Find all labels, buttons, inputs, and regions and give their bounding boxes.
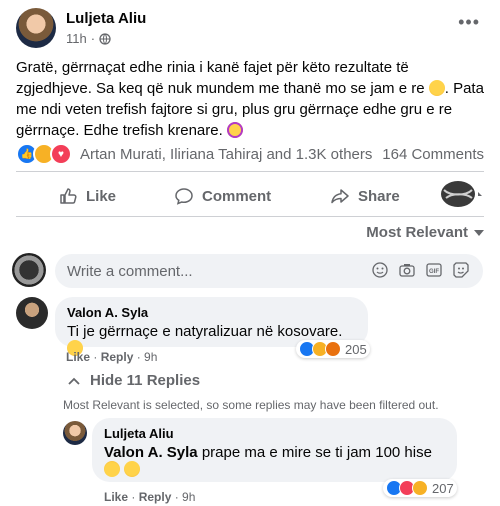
reply-time[interactable]: 9h (182, 490, 195, 504)
upside-down-face-emoji-icon (104, 461, 120, 477)
comment-reactions[interactable]: 205 (296, 340, 370, 358)
post-author-avatar[interactable] (16, 8, 56, 48)
comment-reaction-count: 205 (345, 341, 367, 357)
comment-time[interactable]: 9h (144, 350, 157, 364)
reaction-names[interactable]: Artan Murati, Iliriana Tahiraj and 1.3K … (80, 146, 372, 163)
reply-bubble: Luljeta Aliu Valon A. Syla prape ma e mi… (92, 418, 457, 482)
comment-button[interactable]: Comment (174, 180, 271, 212)
comment-reply-link[interactable]: Reply (101, 350, 134, 364)
chevron-up-icon (68, 377, 80, 385)
profile-selector-avatar[interactable] (436, 176, 486, 212)
reply-like-link[interactable]: Like (104, 490, 128, 504)
grinning-emoji-icon (124, 461, 141, 477)
more-options-icon[interactable]: ••• (458, 12, 480, 33)
thumbs-up-icon (58, 186, 78, 206)
reply-mention[interactable]: Valon A. Syla (104, 444, 198, 461)
like-button[interactable]: Like (58, 180, 116, 212)
reply-reactions[interactable]: 207 (383, 479, 457, 497)
svg-text:GIF: GIF (429, 269, 439, 275)
share-button[interactable]: Share (330, 180, 400, 212)
post-time[interactable]: 11h (66, 31, 87, 46)
share-arrow-icon (330, 186, 350, 206)
divider (16, 171, 484, 172)
comment-bubble-icon (174, 186, 194, 206)
love-reaction-icon: ♥ (50, 143, 72, 165)
comment-like-link[interactable]: Like (66, 350, 90, 364)
reply-text: Valon A. Syla prape ma e mire se ti jam … (104, 444, 445, 478)
hide-replies-toggle[interactable]: Hide 11 Replies (68, 372, 200, 389)
post-reactions[interactable]: 👍 ♥ (16, 143, 72, 165)
filter-note: Most Relevant is selected, so some repli… (63, 398, 439, 412)
reply-author-avatar[interactable] (63, 421, 87, 445)
post-author-name[interactable]: Luljeta Aliu (66, 10, 146, 27)
emoji-icon[interactable] (372, 262, 388, 278)
sticker-icon[interactable] (453, 262, 469, 278)
globe-icon (99, 32, 111, 45)
divider (16, 216, 484, 217)
comments-count[interactable]: 164 Comments (382, 146, 484, 163)
gif-icon[interactable]: GIF (426, 262, 442, 278)
camera-icon[interactable] (399, 262, 415, 278)
reply-actions: Like · Reply · 9h (104, 490, 196, 504)
angry-reaction-icon (325, 341, 341, 357)
haha-reaction-icon (412, 480, 428, 496)
composer-icons: GIF (372, 262, 469, 278)
reply-reply-link[interactable]: Reply (139, 490, 172, 504)
grinning-emoji-icon (428, 80, 445, 96)
commenter-avatar[interactable] (16, 297, 48, 329)
comment-actions: Like · Reply · 9h (66, 350, 158, 364)
post-meta: 11h · (66, 31, 111, 46)
star-struck-emoji-icon (226, 122, 243, 138)
comment-sort-dropdown[interactable]: Most Relevant (366, 224, 484, 241)
reply-reaction-count: 207 (432, 480, 454, 496)
caret-down-icon (474, 229, 484, 236)
reply-author[interactable]: Luljeta Aliu (104, 426, 445, 441)
current-user-avatar (12, 253, 46, 287)
post-text: Gratë, gërrnaçat edhe rinia i kanë fajet… (16, 59, 484, 139)
comment-author[interactable]: Valon A. Syla (67, 305, 356, 320)
